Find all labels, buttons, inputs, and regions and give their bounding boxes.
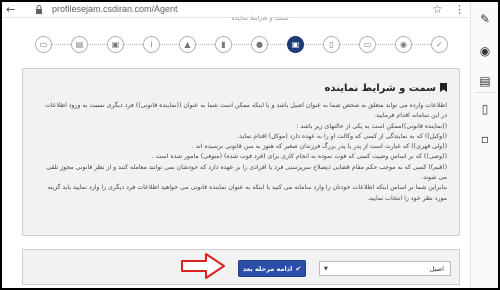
arrow-left-icon[interactable]: ← (6, 3, 15, 16)
mobile-icon: ▯ (329, 40, 334, 49)
sidebar-divider (475, 92, 495, 93)
id-card-icon: ▣ (111, 40, 120, 49)
form-actions-bar: اصیل ▼ ✔ ادامه مرحله بعد (22, 249, 460, 285)
lock-icon (36, 5, 42, 14)
eye-icon[interactable]: ◉ (478, 44, 492, 58)
edit-icon[interactable]: ✎ (478, 12, 492, 26)
bookmark-icon: ▮ (221, 40, 226, 49)
mobile-icon[interactable]: ▯ (478, 102, 492, 116)
url-text[interactable]: profilesejam.csdiran.com/Agent (52, 4, 178, 14)
check-icon: ✓ (436, 40, 443, 49)
location-icon: ◉ (400, 40, 407, 49)
card-line: ((وکیل)) که به نمایندگی از کسی که وکالت … (237, 132, 447, 140)
step-item: ▯ (323, 36, 340, 53)
active-step-label: سمت و شرایط نماینده (231, 15, 289, 22)
card-line: بنابراین شما بر اساس اینکه اطلاعات خودتا… (47, 184, 447, 192)
card-body: اطلاعات وارده می تواند متعلق به شخص شما … (29, 101, 447, 204)
file-icon: ▤ (75, 40, 84, 49)
step-item: ◉ (395, 36, 412, 53)
card-title-text: سمت و شرایط نماینده (324, 83, 436, 94)
step-item: ▭ (35, 36, 52, 53)
document-icon[interactable]: ▤ (478, 74, 492, 88)
bookmark-icon (440, 83, 447, 92)
next-step-button[interactable]: ✔ ادامه مرحله بعد (238, 260, 306, 277)
step-item: ▲ (179, 36, 196, 53)
wallet-icon: ▭ (39, 40, 48, 49)
more-vertical-icon[interactable]: ⋮ (454, 3, 465, 16)
card-title: سمت و شرایط نماینده (325, 83, 447, 94)
person-icon: ● (256, 40, 263, 49)
step-item: i (143, 36, 160, 53)
step-item: ▮ (215, 36, 232, 53)
step-item: ▭ (359, 36, 376, 53)
step-item: ✓ (431, 36, 448, 53)
info-icon: i (150, 40, 153, 49)
card-icon: ▭ (363, 40, 372, 49)
card-line: در این سامانه اقدام فرمایید. (374, 112, 447, 120)
graduation-cap-icon: ▲ (184, 40, 191, 49)
id-card-icon: ▣ (291, 40, 300, 49)
select-value: اصیل (429, 265, 444, 273)
card-line: می شوند. (421, 174, 447, 182)
card-line: ((وصی)) که بر اساس وصیت کسی که فوت نموده… (151, 153, 447, 161)
caret-down-icon: ▼ (324, 266, 328, 272)
arrow-right-icon (181, 253, 225, 279)
right-sidebar: ✎ ◉ ▤ ▯ ▫ (470, 2, 498, 288)
step-active: ▣ (287, 36, 304, 53)
card-line: مورد نظر خود را انتخاب نمایید. (367, 194, 447, 202)
check-icon: ✔ (295, 264, 302, 273)
info-card: سمت و شرایط نماینده اطلاعات وارده می توا… (22, 68, 460, 236)
step-item: ▣ (107, 36, 124, 53)
trash-icon[interactable]: ▫ (478, 132, 492, 146)
card-line: ((قیم)) کسی که به موجب حکم مقام قضایی ذی… (46, 163, 447, 171)
step-item: ▤ (71, 36, 88, 53)
star-icon[interactable]: ☆ (432, 2, 443, 16)
card-line: ((نماینده قانونی))ممکن است به یکی از حال… (296, 122, 447, 130)
step-item: ● (251, 36, 268, 53)
next-step-label: ادامه مرحله بعد (242, 264, 293, 273)
card-line: ((ولی قهری)) که عبارت است از پدر یا پدر … (191, 143, 447, 151)
card-line: اطلاعات وارده می تواند متعلق به شخص شما … (45, 102, 447, 109)
representative-type-select[interactable]: اصیل ▼ (319, 261, 451, 276)
